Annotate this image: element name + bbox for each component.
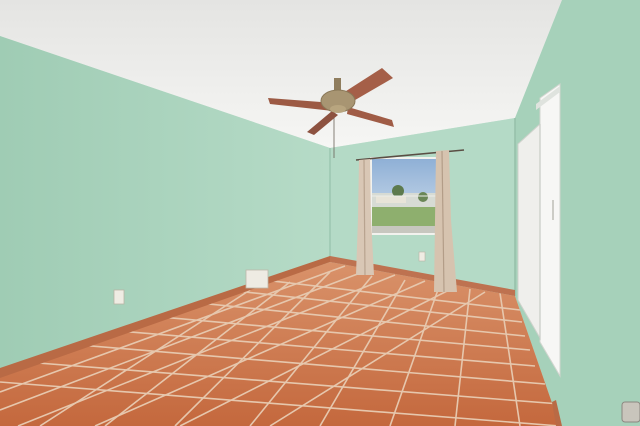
fan-cap [330, 105, 346, 113]
room-illustration [0, 0, 640, 426]
partial-door-handle [621, 401, 640, 423]
back-wall-outlet [418, 251, 426, 262]
window [370, 157, 438, 235]
floor-vent-cover [245, 269, 269, 289]
room-photo [0, 0, 640, 426]
wall-outlet [113, 289, 125, 305]
